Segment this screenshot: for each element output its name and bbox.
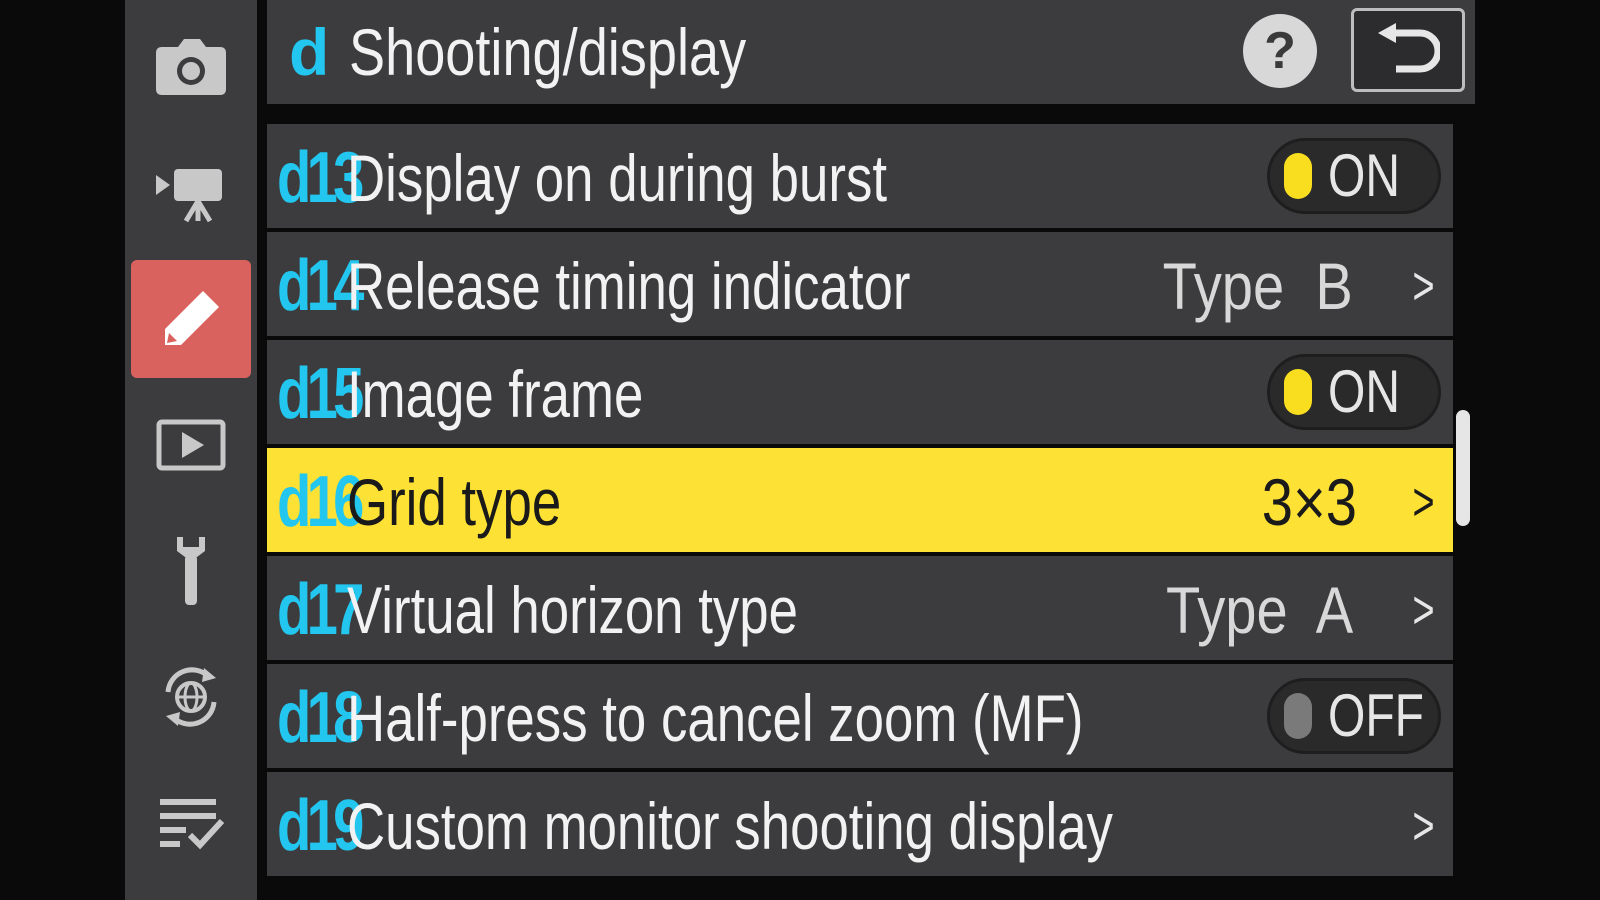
tab-network[interactable] [131,638,251,756]
checklist-icon [160,799,225,850]
camera-menu-screen: d Shooting/display ? d13 Display on duri… [0,0,1600,900]
item-label: Display on during burst [347,141,888,215]
item-label: Half-press to cancel zoom (MF) [347,681,1084,755]
toggle-knob [1284,153,1312,199]
menu-list: d13 Display on during burst ON d14 Relea… [267,118,1453,900]
menu-row-d13[interactable]: d13 Display on during burst ON [267,124,1453,228]
menu-row-d16[interactable]: d16 Grid type 3×3 > [267,448,1453,552]
tab-playback[interactable] [131,386,251,504]
menu-row-d18[interactable]: d18 Half-press to cancel zoom (MF) OFF [267,664,1453,768]
section-letter: d [289,15,330,89]
tab-custom-settings[interactable] [131,260,251,378]
playback-icon [156,419,226,471]
tab-photo-shooting[interactable] [131,8,251,126]
help-icon: ? [1264,22,1296,80]
menu-tab-rail [125,0,257,900]
menu-header: d Shooting/display ? [267,0,1475,104]
tab-video-recording[interactable] [131,134,251,252]
item-label: Grid type [347,465,562,539]
help-button[interactable]: ? [1243,14,1317,88]
video-camera-icon [156,169,222,223]
menu-row-d17[interactable]: d17 Virtual horizon type Type A > [267,556,1453,660]
toggle-switch[interactable]: OFF [1267,678,1441,754]
chevron-right-icon: > [1412,472,1435,532]
back-button[interactable] [1351,8,1465,92]
toggle-state: ON [1328,142,1400,209]
tab-my-menu[interactable] [131,764,251,882]
menu-row-d14[interactable]: d14 Release timing indicator Type B > [267,232,1453,336]
back-arrow-icon [1378,23,1440,73]
item-label: Release timing indicator [347,249,911,323]
item-value: Type B [1162,249,1353,323]
item-label: Image frame [347,357,644,431]
toggle-switch[interactable]: ON [1267,138,1441,214]
toggle-knob [1284,693,1312,739]
toggle-knob [1284,369,1312,415]
item-label: Virtual horizon type [347,573,799,647]
camera-icon [156,39,226,95]
toggle-switch[interactable]: ON [1267,354,1441,430]
chevron-right-icon: > [1412,580,1435,640]
item-label: Custom monitor shooting display [347,789,1113,863]
page-title: Shooting/display [349,15,747,89]
chevron-right-icon: > [1412,256,1435,316]
toggle-state: ON [1328,358,1400,425]
item-value: 3×3 [1261,465,1357,539]
menu-row-d15[interactable]: d15 Image frame ON [267,340,1453,444]
globe-network-icon [165,667,217,727]
tab-setup[interactable] [131,512,251,630]
scrollbar-thumb[interactable] [1456,410,1470,526]
pencil-icon [165,291,219,345]
wrench-icon [177,537,205,605]
toggle-state: OFF [1328,682,1424,749]
menu-row-d19[interactable]: d19 Custom monitor shooting display > [267,772,1453,876]
chevron-right-icon: > [1412,796,1435,856]
item-value: Type A [1165,573,1353,647]
